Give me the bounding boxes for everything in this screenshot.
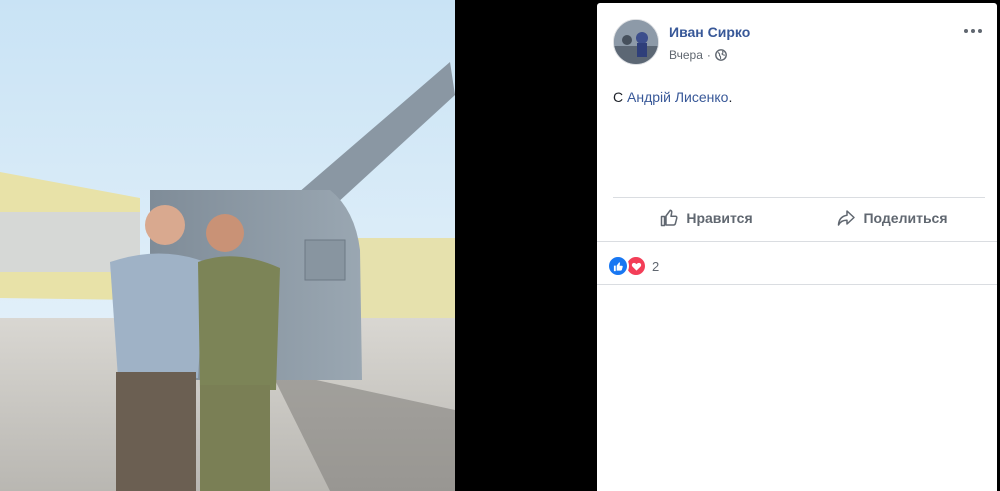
more-options-icon[interactable]	[961, 25, 985, 37]
more-dot	[964, 29, 968, 33]
reactions-summary[interactable]: 2	[607, 255, 659, 277]
more-dot	[971, 29, 975, 33]
globe-icon[interactable]	[714, 49, 727, 61]
avatar-image	[614, 20, 658, 64]
reaction-count: 2	[652, 258, 660, 274]
divider	[613, 197, 985, 198]
tagged-person-link[interactable]: Андрій Лисенко	[627, 89, 728, 105]
meta-separator: ·	[706, 48, 711, 62]
content-prefix: С	[613, 89, 624, 105]
divider	[597, 284, 997, 285]
content-suffix: .	[728, 89, 733, 105]
divider	[597, 241, 997, 242]
thumbs-up-icon	[661, 209, 678, 227]
post-photo[interactable]	[0, 0, 455, 491]
like-button[interactable]: Нравится	[613, 199, 799, 237]
like-label: Нравится	[686, 210, 753, 226]
post-content: С Андрій Лисенко.	[613, 89, 732, 105]
post-panel: Иван Сирко Вчера · С Андрій Лисенко. Нра…	[597, 3, 997, 491]
share-arrow-icon	[838, 210, 856, 226]
share-label: Поделиться	[863, 210, 948, 226]
action-bar: Нравится Поделиться	[613, 199, 985, 237]
post-meta: Вчера ·	[669, 48, 727, 62]
more-dot	[978, 29, 982, 33]
author-name[interactable]: Иван Сирко	[669, 24, 750, 40]
share-button[interactable]: Поделиться	[799, 199, 985, 237]
avatar[interactable]	[613, 19, 659, 65]
like-icon	[607, 255, 629, 277]
post-header: Иван Сирко Вчера ·	[613, 19, 985, 67]
post-timestamp[interactable]: Вчера	[669, 48, 703, 62]
photo-image	[0, 0, 455, 491]
